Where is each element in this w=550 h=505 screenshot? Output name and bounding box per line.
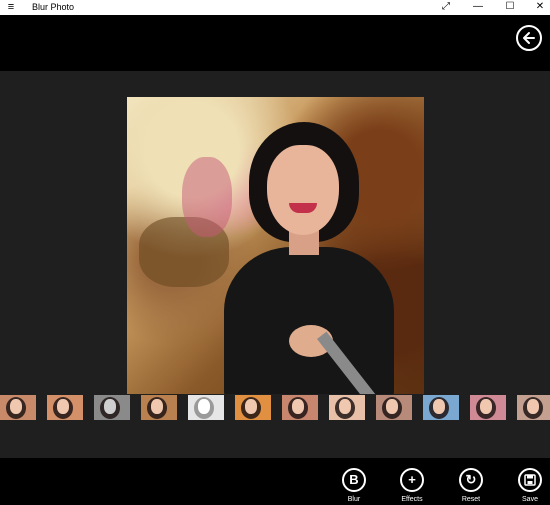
hamburger-icon[interactable]: ≡ [4, 1, 18, 13]
back-arrow-icon [523, 32, 535, 44]
bottom-app-bar: B Blur + Effects ↻ Reset Save [0, 458, 550, 505]
filter-thumbnail-bright[interactable] [329, 395, 365, 420]
blur-icon: B [342, 468, 366, 492]
blur-label: Blur [347, 496, 361, 503]
save-button[interactable]: Save [500, 458, 550, 505]
filter-thumbnail-cool[interactable] [423, 395, 459, 420]
minimize-icon[interactable]: — [462, 0, 494, 15]
photo-stage [0, 71, 550, 458]
filter-thumbnail-warm[interactable] [47, 395, 83, 420]
effects-label: Effects [401, 496, 423, 503]
save-label: Save [522, 496, 538, 503]
filter-strip [0, 395, 550, 421]
effects-button[interactable]: + Effects [382, 458, 442, 505]
filter-thumbnail-original[interactable] [0, 395, 36, 420]
reset-label: Reset [461, 496, 481, 503]
title-bar: ≡ Blur Photo ⤢ — ☐ ✕ [0, 0, 550, 15]
maximize-icon[interactable]: ☐ [494, 0, 526, 15]
subject-figure [219, 117, 399, 394]
filter-thumbnail-soft[interactable] [376, 395, 412, 420]
save-icon [518, 468, 542, 492]
filter-thumbnail-vivid[interactable] [282, 395, 318, 420]
back-button[interactable] [516, 25, 542, 51]
app-title: Blur Photo [32, 2, 75, 12]
expand-icon[interactable]: ⤢ [430, 0, 462, 15]
filter-thumbnail-sketch[interactable] [188, 395, 224, 420]
filter-thumbnail-orange[interactable] [235, 395, 271, 420]
blur-button[interactable]: B Blur [324, 458, 384, 505]
reset-button[interactable]: ↻ Reset [441, 458, 501, 505]
plus-icon: + [400, 468, 424, 492]
filter-thumbnail-faded[interactable] [517, 395, 550, 420]
close-icon[interactable]: ✕ [524, 0, 550, 15]
filter-thumbnail-sepia[interactable] [141, 395, 177, 420]
reset-icon: ↻ [459, 468, 483, 492]
edited-photo[interactable] [127, 97, 424, 394]
filter-thumbnail-pink[interactable] [470, 395, 506, 420]
filter-thumbnail-grayscale[interactable] [94, 395, 130, 420]
top-command-bar [0, 15, 550, 71]
